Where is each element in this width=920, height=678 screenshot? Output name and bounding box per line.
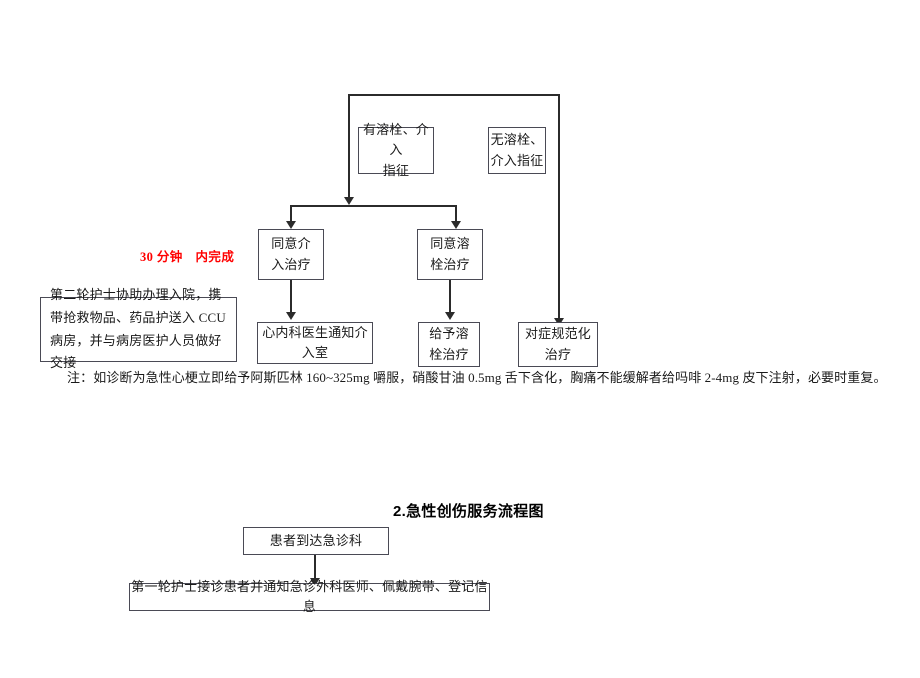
note-line: 注：如诊断为急性心梗立即给予阿斯匹林 160~325mg 嚼服，硝酸甘油 0.5… [67,370,887,385]
box-agree-pci-text: 同意介 入治疗 [271,236,311,272]
arrow-into-agree-pci [286,221,296,229]
arrow-into-cathlab-box [286,312,296,320]
box-admission: 第二轮护士协助办理入院，携带抢救物品、药品护送入 CCU 病房，并与病房医护人员… [40,287,237,370]
mid-connector-horizontal [290,205,457,207]
box-agree-thromb-text: 同意溶 栓治疗 [430,236,470,272]
box-patient-arrival: 患者到达急诊科 [243,527,389,555]
box-indication-no-text: 无溶栓、 介入指征 [490,132,544,168]
box-patient-arrival-text: 患者到达急诊科 [269,532,363,548]
box-indication-no: 无溶栓、 介入指征 [488,127,546,174]
connector-pci-to-cathlab [290,280,292,314]
connector-thromb-to-give [449,280,451,314]
top-connector-horizontal [348,94,560,96]
box-indication-yes: 有溶栓、介入 指征 [358,122,434,178]
section2-title: 2.急性创伤服务流程图 [393,503,544,520]
box-notify-cathlab: 心内科医生通知介 入室 [257,322,373,364]
top-connector-right-vertical [558,94,560,322]
flowchart-page: 有溶栓、介入 指征 无溶栓、 介入指征 同意介 入治疗 同意溶 栓治疗 心内科医… [0,0,920,678]
box-admission-text: 第二轮护士协助办理入院，携带抢救物品、药品护送入 CCU 病房，并与病房医护人员… [50,287,226,371]
box-first-nurse: 第一轮护士接诊患者并通知急诊外科医师、佩戴腕带、登记信息 [129,579,490,614]
box-give-thromb-text: 给予溶 栓治疗 [429,326,469,362]
arrow-into-agree-thromb [451,221,461,229]
box-symptomatic-text: 对症规范化 治疗 [524,326,591,362]
box-agree-pci: 同意介 入治疗 [258,229,324,280]
box-symptomatic: 对症规范化 治疗 [518,322,598,367]
annotation-time-limit: 30 分钟 内完成 [140,250,235,264]
box-notify-cathlab-text: 心内科医生通知介 入室 [262,324,368,360]
box-indication-yes-text: 有溶栓、介入 指征 [362,122,429,178]
box-give-thromb: 给予溶 栓治疗 [418,322,480,367]
box-first-nurse-text: 第一轮护士接诊患者并通知急诊外科医师、佩戴腕带、登记信息 [131,578,488,614]
arrow-into-give-thromb-box [445,312,455,320]
arrow-into-mid-bar [344,197,354,205]
box-agree-thromb: 同意溶 栓治疗 [417,229,483,280]
top-connector-left-vertical [348,94,350,199]
